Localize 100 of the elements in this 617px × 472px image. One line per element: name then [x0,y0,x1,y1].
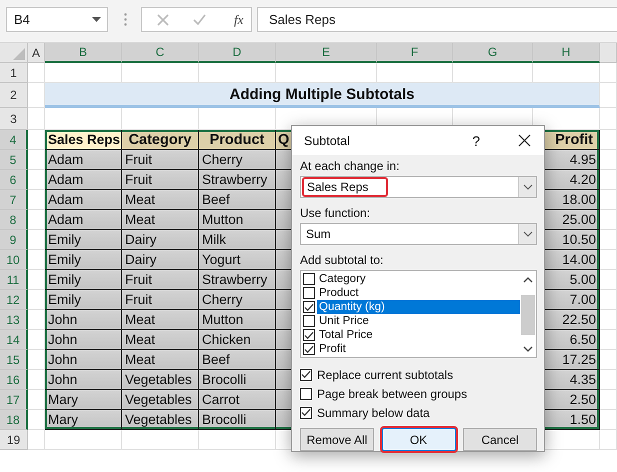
table-cell: Meat [122,350,199,370]
column-header[interactable]: G [453,43,533,63]
row-header[interactable]: 12 [0,290,28,310]
close-icon[interactable] [518,134,530,147]
row-header[interactable]: 18 [0,410,28,430]
column-header[interactable]: F [377,43,453,63]
list-item[interactable]: Quantity (kg) [317,300,520,314]
empty-cell[interactable] [600,210,617,230]
column-heading: Category [122,130,199,150]
list-item[interactable]: Unit Price [317,314,520,328]
checkbox[interactable] [303,301,315,313]
column-header[interactable]: B [45,43,122,63]
table-cell: Cherry [199,290,276,310]
dialog-button[interactable]: OK [382,428,456,451]
row-header[interactable]: 6 [0,170,28,190]
row-header[interactable]: 15 [0,350,28,370]
empty-cell[interactable] [600,270,617,290]
table-cell: John [45,350,122,370]
column-header[interactable]: C [122,43,199,63]
cell-reference: B4 [14,12,30,27]
formula-field[interactable]: Sales Reps [257,7,617,32]
empty-cell[interactable] [600,290,617,310]
scroll-down-icon[interactable] [523,346,533,352]
select-all-icon[interactable] [13,48,25,60]
row-header[interactable]: 1 [0,63,28,83]
dialog-button[interactable]: Remove All [300,428,374,451]
checkbox[interactable] [303,287,315,299]
empty-cell[interactable] [600,350,617,370]
empty-cell[interactable] [45,430,122,450]
row-header[interactable]: 7 [0,190,28,210]
dialog-button[interactable]: Cancel [463,428,537,451]
checkbox[interactable] [303,329,315,341]
empty-cell[interactable] [600,190,617,210]
row-header[interactable]: 16 [0,370,28,390]
dropdown[interactable]: Sum [300,223,537,245]
row-header[interactable]: 14 [0,330,28,350]
table-cell: Beef [199,190,276,210]
list-item[interactable]: Product [317,286,520,300]
empty-cell[interactable] [122,430,199,450]
checkbox[interactable] [303,273,315,285]
row-header[interactable]: 17 [0,390,28,410]
cancel-icon[interactable] [157,14,169,26]
empty-cell[interactable] [600,230,617,250]
row-header[interactable]: 10 [0,250,28,270]
checkbox[interactable] [300,388,312,400]
scroll-up-icon[interactable] [523,277,533,283]
table-cell [276,370,291,390]
dropdown[interactable]: Sales Reps [300,176,537,198]
row-header[interactable]: 9 [0,230,28,250]
row-header[interactable]: 11 [0,270,28,290]
table-cell [276,310,291,330]
help-button[interactable]: ? [472,132,480,148]
column-header[interactable]: A [28,43,45,63]
insert-function-button[interactable]: fx [234,12,244,28]
row-header[interactable]: 2 [0,83,28,108]
checkbox[interactable] [303,343,315,355]
empty-cell[interactable] [600,370,617,390]
empty-cell[interactable] [600,390,617,410]
table-cell: Mutton [199,310,276,330]
table-cell [276,410,291,430]
checkbox[interactable] [303,315,315,327]
table-cell: Adam [45,150,122,170]
empty-cell[interactable] [600,150,617,170]
empty-cell[interactable] [600,410,617,430]
empty-cell[interactable] [28,430,45,450]
row-header[interactable]: 8 [0,210,28,230]
list-item[interactable]: Category [317,272,520,286]
row-header[interactable]: 4 [0,130,28,150]
row-header[interactable]: 5 [0,150,28,170]
empty-cell[interactable] [600,310,617,330]
column-header[interactable]: E [276,43,377,63]
table-cell: Dairy [122,250,199,270]
table-cell: Adam [45,170,122,190]
row-header[interactable]: 13 [0,310,28,330]
checkbox[interactable] [300,368,312,380]
empty-cell[interactable] [600,170,617,190]
table-cell: John [45,330,122,350]
column-header[interactable]: H [533,43,600,63]
empty-cell[interactable] [600,430,617,450]
empty-cell[interactable] [600,330,617,350]
option-label: Summary below data [317,406,430,420]
row-header[interactable]: 19 [0,430,28,450]
row-header[interactable]: 3 [0,108,28,130]
table-cell: Fruit [122,270,199,290]
empty-cell[interactable] [199,430,276,450]
formula-text: Sales Reps [269,12,336,27]
column-header[interactable] [600,43,617,63]
empty-cell[interactable] [600,250,617,270]
list-item[interactable]: Profit [317,342,520,356]
scroll-thumb[interactable] [521,294,535,334]
column-header[interactable]: D [199,43,276,63]
empty-cell[interactable] [28,108,45,130]
list-item[interactable]: Total Price [317,328,520,342]
check-icon[interactable] [193,14,206,25]
empty-cell[interactable] [600,83,617,108]
empty-cell[interactable] [600,130,617,150]
checkbox[interactable] [300,406,312,418]
name-box[interactable]: B4 [6,7,108,32]
empty-cell[interactable] [600,108,617,130]
more-icon[interactable] [124,13,127,26]
